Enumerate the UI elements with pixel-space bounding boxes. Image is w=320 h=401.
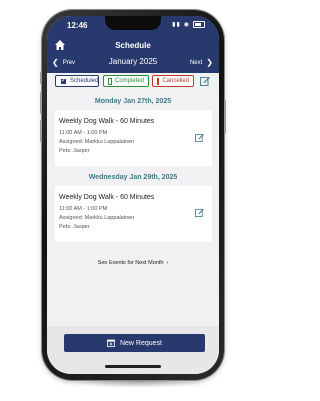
wifi-icon: ◉ bbox=[183, 22, 190, 28]
event-pets: Pets: Jasper bbox=[59, 148, 90, 154]
filter-completed-checkbox[interactable]: Completed bbox=[103, 75, 149, 87]
camera-notch bbox=[105, 16, 161, 30]
mute-switch bbox=[40, 72, 42, 84]
phone-screen: 12:46 ▮▮ ◉ Schedule ❮ Prev January 2025 … bbox=[47, 16, 219, 374]
edit-event-icon[interactable] bbox=[195, 133, 204, 142]
see-next-label: See Events for Next Month bbox=[97, 260, 164, 266]
date-heading: Monday Jan 27th, 2025 bbox=[94, 98, 172, 105]
event-time: 11:00 AM - 1:00 PM bbox=[59, 130, 108, 136]
next-label: Next bbox=[189, 59, 203, 66]
event-assigned: Assigned: Markku Lappalainen bbox=[59, 139, 135, 145]
event-time: 11:00 AM - 1:00 PM bbox=[59, 206, 108, 212]
power-button bbox=[224, 100, 226, 134]
new-request-button[interactable]: New Request bbox=[64, 334, 205, 352]
event-card[interactable]: Weekly Dog Walk - 60 Minutes 11:00 AM - … bbox=[55, 110, 212, 166]
filter-scheduled-label: Scheduled bbox=[70, 78, 99, 84]
status-time: 12:46 bbox=[67, 21, 88, 30]
event-title: Weekly Dog Walk - 60 Minutes bbox=[59, 194, 155, 201]
empty-checkbox-icon bbox=[108, 77, 112, 85]
filter-cancelled-label: Cancelled bbox=[162, 78, 189, 84]
month-navigation: ❮ Prev January 2025 Next ❯ bbox=[47, 57, 219, 69]
battery-icon bbox=[193, 21, 205, 28]
signal-icon: ▮▮ bbox=[172, 22, 181, 28]
status-filters: ✓ Scheduled Completed Cancelled bbox=[47, 73, 219, 89]
volume-down-button bbox=[40, 120, 42, 142]
edit-event-icon[interactable] bbox=[195, 208, 204, 217]
status-icons: ▮▮ ◉ bbox=[172, 21, 205, 28]
page-title: Schedule bbox=[115, 41, 151, 50]
chevron-right-icon: ❯ bbox=[206, 58, 213, 67]
edit-icon[interactable] bbox=[200, 76, 210, 86]
event-title: Weekly Dog Walk - 60 Minutes bbox=[59, 118, 155, 125]
chevron-right-icon: › bbox=[164, 260, 169, 266]
date-heading: Wednesday Jan 29th, 2025 bbox=[88, 174, 178, 181]
volume-up-button bbox=[40, 92, 42, 114]
filter-scheduled-checkbox[interactable]: ✓ Scheduled bbox=[55, 75, 99, 87]
filter-completed-label: Completed bbox=[114, 78, 144, 84]
filter-cancelled-checkbox[interactable]: Cancelled bbox=[152, 75, 194, 87]
next-month-button[interactable]: Next ❯ bbox=[190, 58, 213, 67]
empty-checkbox-icon bbox=[157, 77, 160, 85]
event-pets: Pets: Jasper bbox=[59, 224, 90, 230]
see-next-month-link[interactable]: See Events for Next Month › bbox=[47, 260, 219, 266]
calendar-plus-icon bbox=[107, 339, 115, 347]
home-indicator bbox=[105, 365, 161, 368]
event-assigned: Assigned: Markku Lappalainen bbox=[59, 215, 135, 221]
checkmark-icon: ✓ bbox=[60, 77, 67, 85]
event-card[interactable]: Weekly Dog Walk - 60 Minutes 11:00 AM - … bbox=[55, 186, 212, 242]
new-request-label: New Request bbox=[119, 339, 163, 347]
